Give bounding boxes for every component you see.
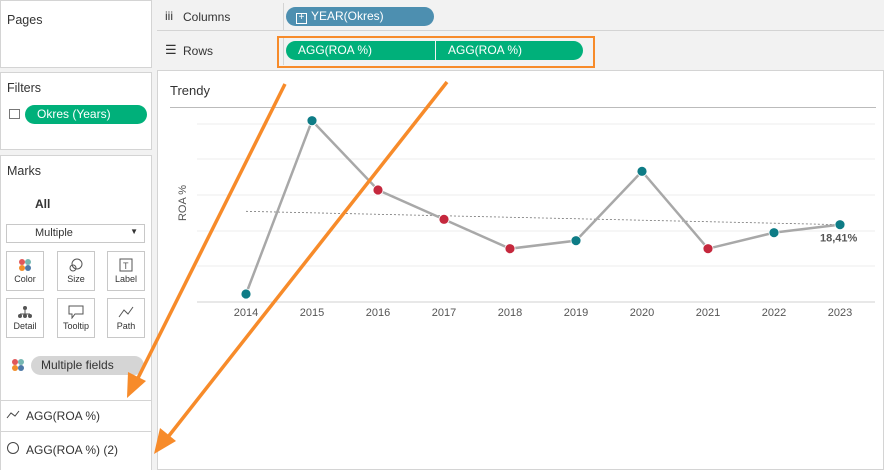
multiple-fields-color-icon bbox=[12, 359, 24, 371]
detail-label: Detail bbox=[13, 321, 37, 331]
columns-icon: iii bbox=[165, 9, 173, 23]
filters-shelf[interactable]: Filters Okres (Years) bbox=[0, 72, 152, 150]
label-label: Label bbox=[114, 274, 138, 284]
multiple-fields-label: Multiple fields bbox=[41, 358, 114, 372]
rows-shelf[interactable]: ☰ Rows AGG(ROA %) AGG(ROA %) bbox=[157, 36, 884, 68]
path-button[interactable]: Path bbox=[107, 298, 145, 338]
marks-title: Marks bbox=[7, 164, 42, 178]
marks-tab-roa-label: AGG(ROA %) bbox=[26, 409, 101, 423]
columns-divider bbox=[283, 3, 284, 31]
calendar-icon bbox=[9, 109, 20, 119]
marks-tab-roa[interactable]: AGG(ROA %) bbox=[1, 400, 151, 431]
color-label: Color bbox=[14, 274, 36, 284]
column-pill-year[interactable]: + YEAR(Okres) bbox=[286, 7, 434, 26]
filters-title: Filters bbox=[7, 81, 42, 95]
circle-mark-icon bbox=[7, 442, 19, 454]
filter-pill-label: Okres (Years) bbox=[37, 107, 111, 121]
expand-icon: + bbox=[296, 13, 307, 24]
multiple-fields-pill[interactable]: Multiple fields bbox=[31, 356, 144, 375]
label-button[interactable]: T Label bbox=[107, 251, 145, 291]
chart-title: Trendy bbox=[170, 83, 210, 98]
marks-all-label[interactable]: All bbox=[35, 197, 50, 211]
chevron-down-icon: ▼ bbox=[130, 227, 138, 236]
pages-shelf[interactable]: Pages bbox=[0, 0, 152, 68]
filter-pill-okres[interactable]: Okres (Years) bbox=[25, 105, 147, 124]
line-mark-icon bbox=[6, 410, 20, 419]
columns-label: Columns bbox=[183, 10, 231, 24]
label-icon: T bbox=[119, 258, 133, 272]
tooltip-icon bbox=[68, 305, 84, 319]
size-button[interactable]: Size bbox=[57, 251, 95, 291]
size-label: Size bbox=[67, 274, 85, 284]
mark-type-dropdown[interactable]: Multiple ▼ bbox=[6, 224, 145, 243]
mark-type-value: Multiple bbox=[35, 227, 73, 239]
svg-text:T: T bbox=[123, 261, 129, 271]
pages-title: Pages bbox=[7, 13, 43, 27]
view-pane: Trendy bbox=[157, 70, 884, 470]
tooltip-label: Tooltip bbox=[62, 321, 89, 331]
path-icon bbox=[118, 306, 134, 318]
color-button[interactable]: Color bbox=[6, 251, 44, 291]
detail-icon bbox=[18, 306, 32, 318]
marks-tab-roa-2[interactable]: AGG(ROA %) (2) bbox=[1, 431, 151, 470]
columns-shelf[interactable]: iii Columns + YEAR(Okres) bbox=[157, 3, 884, 31]
detail-button[interactable]: Detail bbox=[6, 298, 44, 338]
color-icon bbox=[19, 259, 31, 271]
tooltip-button[interactable]: Tooltip bbox=[57, 298, 95, 338]
rows-highlight-box bbox=[277, 36, 595, 68]
rows-icon: ☰ bbox=[165, 42, 177, 57]
title-divider bbox=[170, 107, 876, 108]
column-pill-label: YEAR(Okres) bbox=[311, 9, 384, 23]
rows-label: Rows bbox=[183, 44, 214, 58]
marks-tab-roa-2-label: AGG(ROA %) (2) bbox=[26, 443, 119, 457]
size-icon bbox=[69, 258, 83, 272]
path-label: Path bbox=[116, 321, 136, 331]
